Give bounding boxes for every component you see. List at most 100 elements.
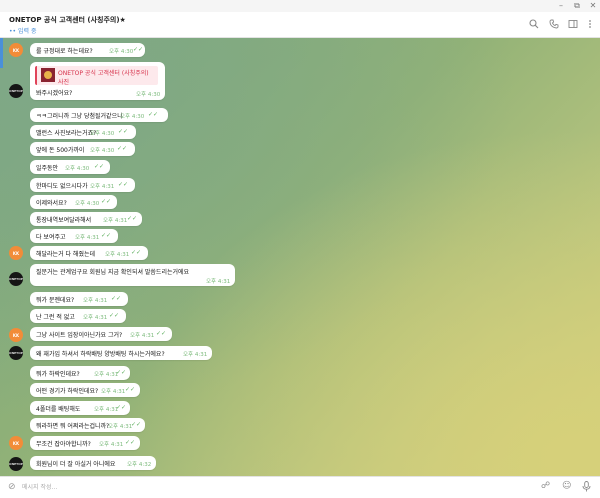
message-bubble[interactable]: 난 그런 적 없고 오후 4:31 ✓✓ — [30, 309, 126, 323]
more-icon[interactable] — [584, 18, 596, 30]
message-text: 밸런스 사진보라는거죠? — [36, 130, 97, 137]
reply-sender: ONETOP 공식 고객센터 (사칭주의) — [58, 70, 149, 77]
reply-preview: 사진 — [58, 79, 70, 86]
message-text: 한마디도 없으시다가 — [36, 183, 88, 190]
message-text: 무조건 잡아야합니까? — [36, 441, 91, 448]
avatar[interactable]: ONETOP — [9, 272, 23, 286]
message-bubble[interactable]: ㅋㅋ그러니까 그냥 당첨될거같으니 오후 4:30 ✓✓ — [30, 108, 168, 122]
message-text: 어떤 경기가 하락인데요? — [36, 388, 99, 395]
message-text: ㅋㅋ그러니까 그냥 당첨될거같으니 — [36, 113, 123, 120]
message-text: 뭐가 하락인데요? — [36, 371, 80, 378]
message-time: 오후 4:30 — [75, 201, 100, 207]
message-bubble[interactable]: 다 보여주고 오후 4:31 ✓✓ — [30, 229, 118, 243]
read-check-icon: ✓✓ — [118, 128, 129, 135]
attach-icon[interactable]: ⊘ — [8, 482, 16, 492]
message-time: 오후 4:31 — [90, 184, 115, 190]
message-bubble[interactable]: 일주동안 오후 4:30 ✓✓ — [30, 160, 110, 174]
chat-title: ONETOP 공식 고객센터 (사칭주의)★ — [9, 16, 126, 24]
message-time: 오후 4:30 — [65, 166, 90, 172]
message-bubble[interactable]: 어떤 경기가 하락인데요? 오후 4:31 ✓✓ — [30, 383, 140, 397]
message-text: 질문거는 관계업구요 회원님 지금 확인되셔 말씀드리는거에요 — [36, 269, 190, 276]
message-composer: ⊘ ☍ ☺ — [0, 476, 600, 498]
message-time: 오후 4:30 — [136, 92, 161, 98]
message-time: 오후 4:32 — [127, 462, 152, 468]
message-time: 오후 4:31 — [206, 279, 231, 285]
message-bubble[interactable]: 밸런스 사진보라는거죠? 오후 4:30 ✓✓ — [30, 125, 136, 139]
message-text: 왜 재가입 하셔서 하락배팅 양방배팅 하시는거에요? — [36, 351, 165, 358]
message-time: 오후 4:30 — [90, 148, 115, 154]
message-time: 오후 4:31 — [101, 389, 126, 395]
message-bubble[interactable]: 왜 재가입 하셔서 하락배팅 양방배팅 하시는거에요? 오후 4:31 — [30, 346, 212, 360]
commands-icon[interactable]: ☍ — [541, 481, 550, 491]
reply-quote[interactable]: ONETOP 공식 고객센터 (사칭주의) 사진 — [35, 66, 158, 86]
avatar[interactable]: ONETOP — [9, 346, 23, 360]
message-text: 이제와서요? — [36, 200, 67, 207]
read-check-icon: ✓✓ — [148, 111, 159, 118]
message-list[interactable]: KK 룰 규정대로 하는데요? 오후 4:30 ✓✓ ONETOP ONETOP… — [0, 38, 600, 476]
message-bubble[interactable]: 룰 규정대로 하는데요? 오후 4:30 ✓✓ — [30, 43, 145, 57]
message-time: 오후 4:31 — [130, 333, 155, 339]
message-bubble[interactable]: 무조건 잡아야합니까? 오후 4:31 ✓✓ — [30, 436, 140, 450]
read-check-icon: ✓✓ — [116, 369, 127, 376]
read-check-icon: ✓✓ — [127, 215, 138, 222]
read-check-icon: ✓✓ — [117, 145, 128, 152]
emoji-icon[interactable]: ☺ — [562, 481, 571, 491]
message-input[interactable] — [22, 481, 502, 493]
message-time: 오후 4:31 — [99, 442, 124, 448]
avatar[interactable]: KK — [9, 436, 23, 450]
message-bubble[interactable]: 회원님이 더 잘 아실거 아니에요 오후 4:32 — [30, 456, 156, 470]
read-check-icon: ✓✓ — [111, 295, 122, 302]
message-bubble[interactable]: 뭐가 하락인데요? 오후 4:31 ✓✓ — [30, 366, 130, 380]
message-bubble[interactable]: 이제와서요? 오후 4:30 ✓✓ — [30, 195, 117, 209]
read-check-icon: ✓✓ — [125, 386, 136, 393]
phone-icon[interactable] — [548, 18, 560, 30]
read-check-icon: ✓✓ — [109, 312, 120, 319]
message-bubble[interactable]: 질문거는 관계업구요 회원님 지금 확인되셔 말씀드리는거에요 오후 4:31 — [30, 264, 235, 286]
avatar[interactable]: ONETOP — [9, 457, 23, 471]
avatar[interactable]: ONETOP — [9, 84, 23, 98]
message-time: 오후 4:31 — [105, 252, 130, 258]
sidebar-toggle-icon[interactable] — [567, 18, 579, 30]
minimize-button[interactable]: – — [554, 0, 568, 12]
maximize-button[interactable]: ⧉ — [570, 0, 584, 12]
message-time: 오후 4:31 — [108, 424, 133, 430]
message-bubble[interactable]: 한마디도 없으시다가 오후 4:31 ✓✓ — [30, 178, 135, 192]
avatar[interactable]: KK — [9, 328, 23, 342]
message-time: 오후 4:31 — [83, 315, 108, 321]
message-text: 4폴더를 배팅해도 — [36, 406, 81, 413]
avatar[interactable]: KK — [9, 246, 23, 260]
read-check-icon: ✓✓ — [101, 198, 112, 205]
message-time: 오후 4:31 — [94, 372, 119, 378]
message-time: 오후 4:30 — [109, 49, 134, 55]
message-text: 해달라는거 다 해줬는데 — [36, 251, 96, 258]
message-text: 룰 규정대로 하는데요? — [36, 48, 93, 55]
message-text: 통장내역보여달라해서 — [36, 217, 92, 224]
close-window-button[interactable]: ✕ — [586, 0, 600, 12]
message-text: 뭐가 문젠데요? — [36, 297, 75, 304]
message-bubble[interactable]: 뭐라하면 뭐 어쩌라는겁니까? 오후 4:31 ✓✓ — [30, 418, 145, 432]
read-check-icon: ✓✓ — [125, 439, 136, 446]
unread-indicator — [0, 38, 3, 68]
message-bubble[interactable]: 뭐가 문젠데요? 오후 4:31 ✓✓ — [30, 292, 128, 306]
message-bubble[interactable]: ONETOP 공식 고객센터 (사칭주의) 사진 봐주시겠어요? 오후 4:30 — [30, 62, 165, 100]
microphone-icon[interactable] — [582, 481, 591, 495]
chat-header[interactable]: ONETOP 공식 고객센터 (사칭주의)★ •• 입력 중 — [0, 12, 600, 38]
message-time: 오후 4:31 — [103, 218, 128, 224]
read-check-icon: ✓✓ — [94, 163, 105, 170]
read-check-icon: ✓✓ — [116, 404, 127, 411]
message-bubble[interactable]: 통장내역보여달라해서 오후 4:31 ✓✓ — [30, 212, 142, 226]
message-text: 그냥 사이트 입장이아닌가요 그거? — [36, 332, 123, 339]
search-icon[interactable] — [528, 18, 540, 30]
message-text: 앞에 돈 500가까이 — [36, 147, 85, 154]
message-time: 오후 4:31 — [94, 407, 119, 413]
message-bubble[interactable]: 해달라는거 다 해줬는데 오후 4:31 ✓✓ — [30, 246, 148, 260]
message-text: 회원님이 더 잘 아실거 아니에요 — [36, 461, 116, 468]
read-check-icon: ✓✓ — [131, 421, 142, 428]
message-bubble[interactable]: 그냥 사이트 입장이아닌가요 그거? 오후 4:31 ✓✓ — [30, 327, 172, 341]
read-check-icon: ✓✓ — [101, 232, 112, 239]
message-bubble[interactable]: 4폴더를 배팅해도 오후 4:31 ✓✓ — [30, 401, 130, 415]
photo-thumbnail — [41, 68, 55, 82]
read-check-icon: ✓✓ — [133, 46, 144, 53]
message-bubble[interactable]: 앞에 돈 500가까이 오후 4:30 ✓✓ — [30, 142, 135, 156]
avatar[interactable]: KK — [9, 43, 23, 57]
